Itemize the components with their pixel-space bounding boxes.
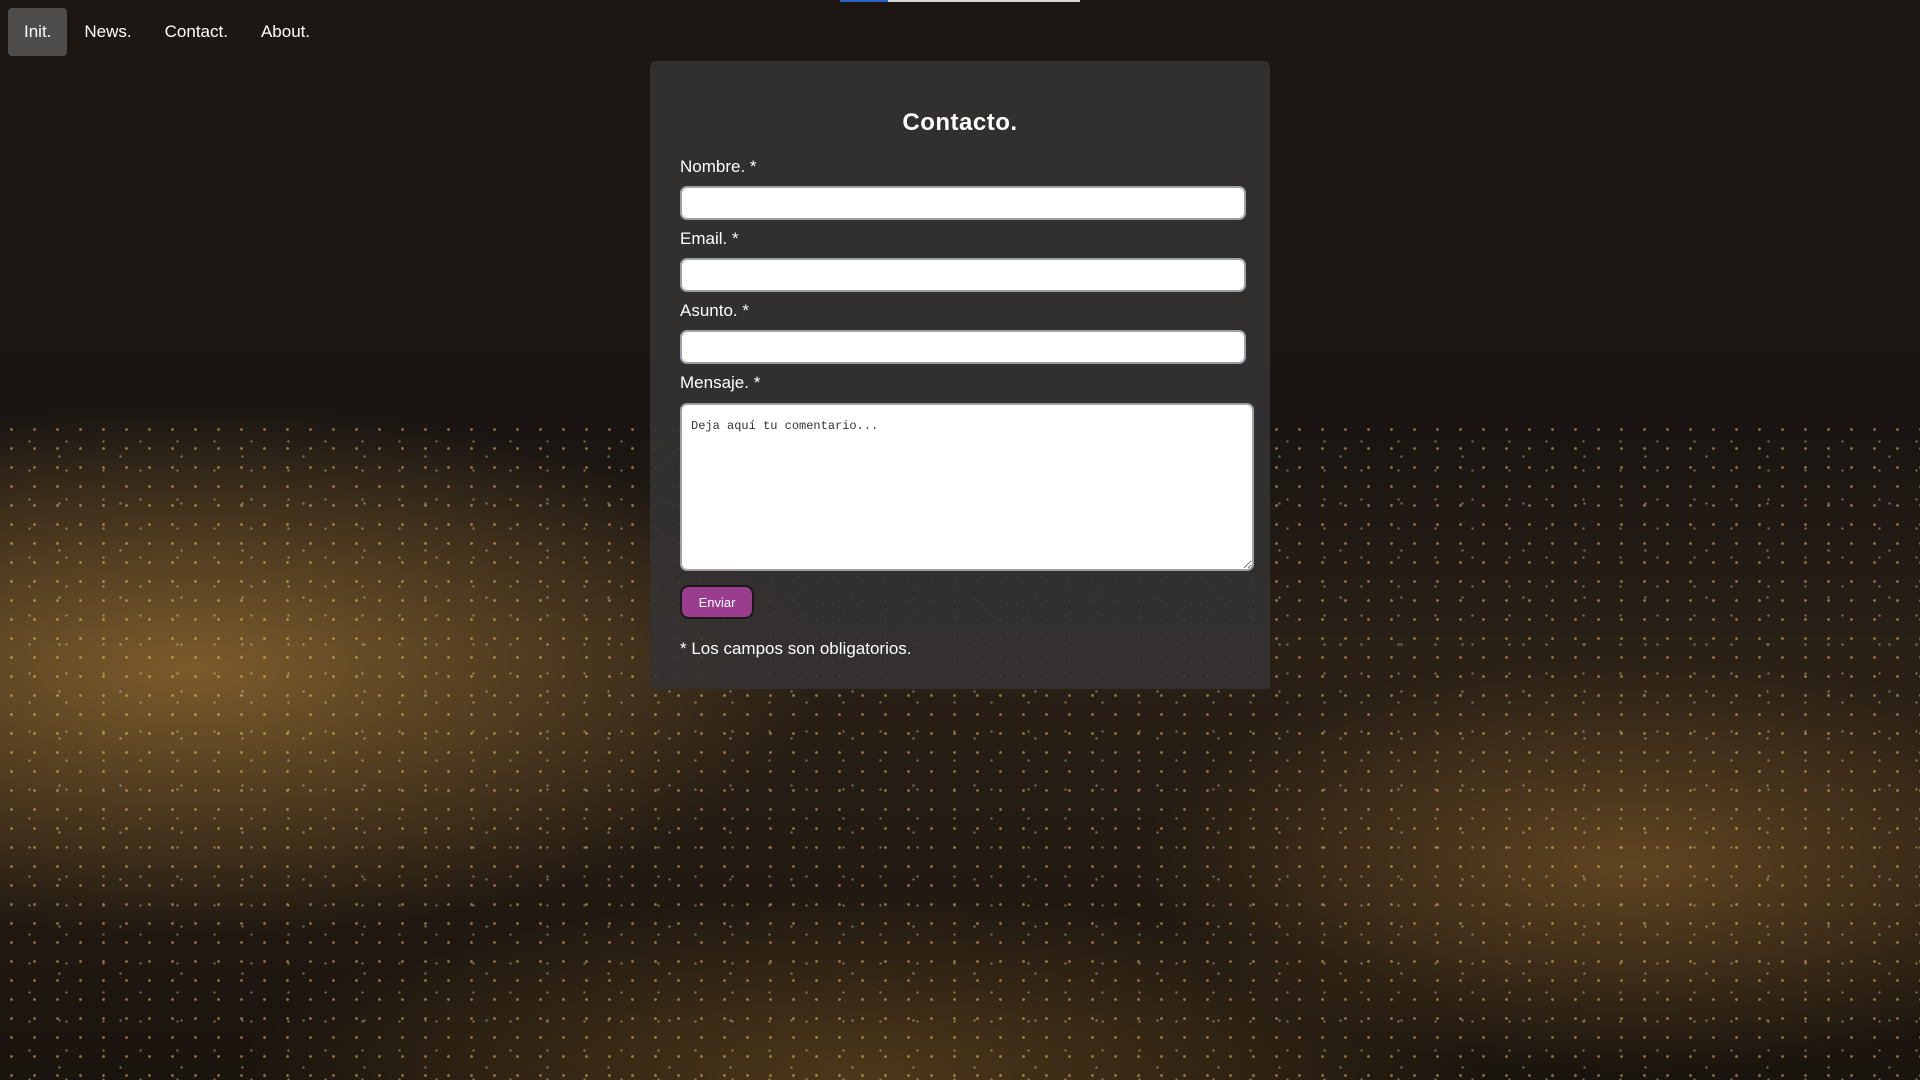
nombre-label: Nombre. * [680,157,757,176]
mensaje-textarea[interactable] [680,403,1254,571]
nav-item-init[interactable]: Init. [8,8,68,56]
nav-item-contact[interactable]: Contact. [149,8,244,56]
top-progress-segment [840,0,888,2]
asunto-field[interactable] [680,330,1246,364]
email-field[interactable] [680,258,1246,292]
enviar-button[interactable]: Enviar [680,585,754,619]
required-fields-note: * Los campos son obligatorios. [680,639,912,658]
nav-item-about[interactable]: About. [245,8,326,56]
main-nav: Init. News. Contact. About. [8,8,327,56]
nombre-field[interactable] [680,186,1246,220]
asunto-label: Asunto. * [680,301,749,320]
nav-item-news[interactable]: News. [68,8,147,56]
email-label: Email. * [680,229,739,248]
mensaje-label: Mensaje. * [680,373,761,392]
form-title: Contacto. [902,109,1018,136]
top-progress-line [840,0,1080,2]
contact-form: Contacto. Nombre. * Email. * Asunto. * M… [650,61,1270,689]
